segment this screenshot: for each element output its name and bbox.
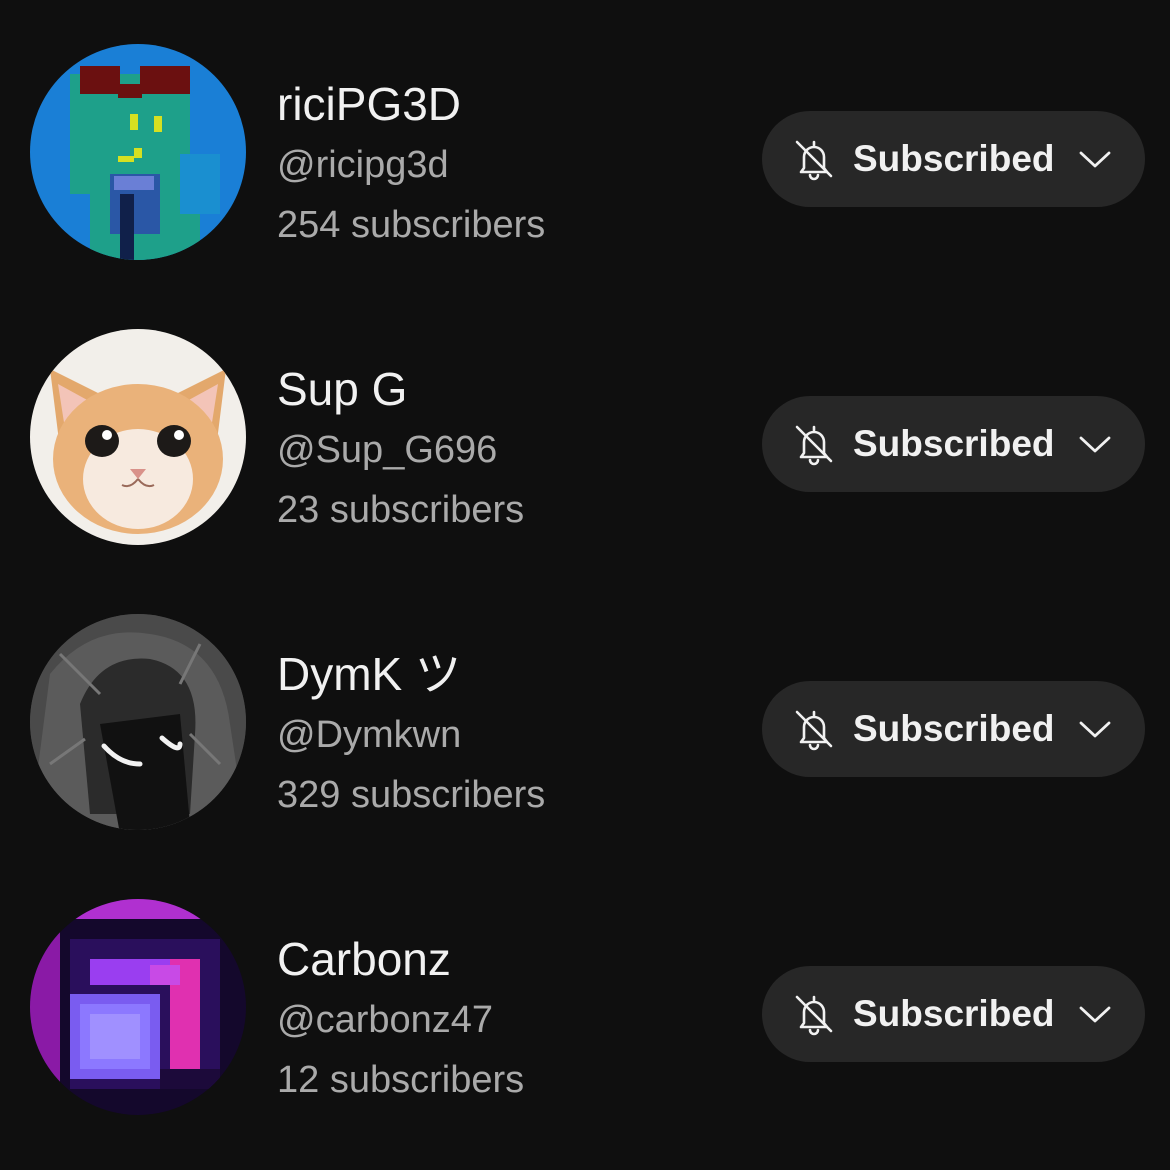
channel-avatar[interactable] [30,614,246,830]
subscribed-label: Subscribed [853,708,1055,749]
bell-off-icon [795,995,833,1036]
pixel-logo-avatar-image [30,899,246,1115]
chevron-down-icon [1079,151,1111,168]
minecraft-avatar-image [30,44,246,260]
subscribed-button[interactable]: Subscribed [762,396,1145,492]
channel-name[interactable]: Sup G [277,361,524,417]
channel-avatar[interactable] [30,899,246,1115]
channel-handle: @carbonz47 [277,999,494,1041]
subscriber-count: 23 subscribers [277,489,525,531]
subscriber-count: 329 subscribers [277,774,546,816]
subscriber-count: 254 subscribers [277,204,546,246]
hooded-figure-avatar-image [30,614,246,830]
channel-row[interactable]: riciPG3D @ricipg3d 254 subscribers Subsc… [0,0,1170,285]
channel-name[interactable]: riciPG3D [277,76,545,132]
subscriber-count: 12 subscribers [277,1059,525,1101]
channel-avatar[interactable] [30,329,246,545]
bell-off-icon [795,425,833,466]
channel-name[interactable]: Carbonz [277,931,524,987]
channel-avatar[interactable] [30,44,246,260]
subscribed-label: Subscribed [853,993,1055,1034]
kitten-avatar-image [30,329,246,545]
subscribed-label: Subscribed [853,138,1055,179]
channel-row[interactable]: Carbonz @carbonz47 12 subscribers Subscr… [0,855,1170,1140]
channel-row[interactable]: Sup G @Sup_G696 23 subscribers Subscribe… [0,285,1170,570]
channel-handle: @ricipg3d [277,144,449,186]
channel-handle: @Dymkwn [277,714,462,756]
chevron-down-icon [1079,1006,1111,1023]
subscribed-button[interactable]: Subscribed [762,681,1145,777]
channel-row[interactable]: DymK ツ @Dymkwn 329 subscribers Subscribe… [0,570,1170,855]
chevron-down-icon [1079,436,1111,453]
subscribed-label: Subscribed [853,423,1055,464]
channel-name[interactable]: DymK ツ [277,646,545,702]
bell-off-icon [795,710,833,751]
bell-off-icon [795,140,833,181]
chevron-down-icon [1079,721,1111,738]
subscribed-button[interactable]: Subscribed [762,966,1145,1062]
subscribed-button[interactable]: Subscribed [762,111,1145,207]
channel-handle: @Sup_G696 [277,429,498,471]
